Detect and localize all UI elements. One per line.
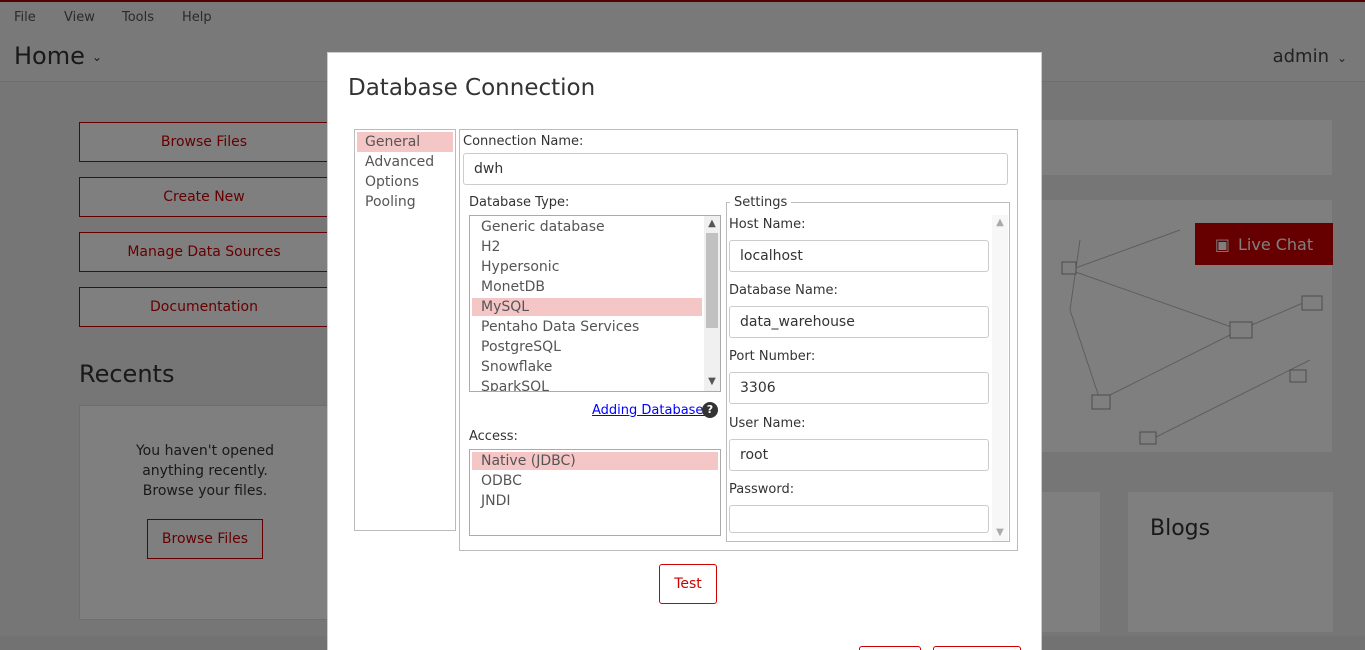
adding-databases-link[interactable]: Adding Databases bbox=[592, 403, 710, 418]
settings-fieldset: Host Name: localhost Database Name: data… bbox=[726, 202, 1010, 542]
nav-item-advanced[interactable]: Advanced bbox=[357, 152, 453, 172]
dialog-footer-button[interactable] bbox=[859, 646, 921, 650]
port-number-label: Port Number: bbox=[729, 349, 816, 364]
list-item[interactable]: MonetDB bbox=[472, 278, 702, 296]
connection-name-input[interactable]: dwh bbox=[463, 153, 1008, 185]
nav-item-pooling[interactable]: Pooling bbox=[357, 192, 453, 212]
list-item[interactable]: JNDI bbox=[472, 492, 718, 510]
database-type-scrollbar[interactable]: ▲ ▼ bbox=[704, 216, 720, 391]
list-item[interactable]: ODBC bbox=[472, 472, 718, 490]
database-connection-dialog: Database Connection General Advanced Opt… bbox=[327, 52, 1042, 650]
scroll-up-arrow-icon[interactable]: ▲ bbox=[993, 217, 1007, 228]
dialog-footer-button[interactable] bbox=[933, 646, 1021, 650]
nav-item-options[interactable]: Options bbox=[357, 172, 453, 192]
nav-item-general[interactable]: General bbox=[357, 132, 453, 152]
scroll-up-arrow-icon[interactable]: ▲ bbox=[705, 218, 719, 229]
scrollbar-thumb[interactable] bbox=[706, 233, 718, 328]
help-icon[interactable]: ? bbox=[702, 402, 718, 418]
general-panel: Connection Name: dwh Database Type: Gene… bbox=[459, 129, 1018, 551]
dialog-nav: General Advanced Options Pooling bbox=[354, 129, 456, 531]
list-item[interactable]: Hypersonic bbox=[472, 258, 702, 276]
database-type-list[interactable]: Generic database H2 Hypersonic MonetDB M… bbox=[469, 215, 721, 392]
list-item[interactable]: Generic database bbox=[472, 218, 702, 236]
password-input[interactable] bbox=[729, 505, 989, 533]
list-item-selected[interactable]: MySQL bbox=[472, 298, 702, 316]
password-label: Password: bbox=[729, 482, 795, 497]
database-name-input[interactable]: data_warehouse bbox=[729, 306, 989, 338]
test-button[interactable]: Test bbox=[659, 564, 717, 604]
list-item-selected[interactable]: Native (JDBC) bbox=[472, 452, 718, 470]
list-item[interactable]: Snowflake bbox=[472, 358, 702, 376]
settings-legend: Settings bbox=[730, 195, 792, 210]
access-label: Access: bbox=[469, 429, 518, 444]
user-name-input[interactable]: root bbox=[729, 439, 989, 471]
settings-scrollbar[interactable]: ▲ ▼ bbox=[992, 215, 1008, 541]
host-name-label: Host Name: bbox=[729, 217, 806, 232]
list-item[interactable]: SparkSQL bbox=[472, 378, 702, 391]
database-name-label: Database Name: bbox=[729, 283, 838, 298]
scroll-down-arrow-icon[interactable]: ▼ bbox=[993, 527, 1007, 538]
list-item[interactable]: PostgreSQL bbox=[472, 338, 702, 356]
list-item[interactable]: H2 bbox=[472, 238, 702, 256]
list-item[interactable]: Pentaho Data Services bbox=[472, 318, 702, 336]
access-list[interactable]: Native (JDBC) ODBC JNDI bbox=[469, 449, 721, 536]
user-name-label: User Name: bbox=[729, 416, 806, 431]
host-name-input[interactable]: localhost bbox=[729, 240, 989, 272]
scroll-down-arrow-icon[interactable]: ▼ bbox=[705, 376, 719, 387]
connection-name-label: Connection Name: bbox=[463, 134, 584, 149]
database-type-label: Database Type: bbox=[469, 195, 570, 210]
port-number-input[interactable]: 3306 bbox=[729, 372, 989, 404]
dialog-title: Database Connection bbox=[348, 75, 596, 101]
